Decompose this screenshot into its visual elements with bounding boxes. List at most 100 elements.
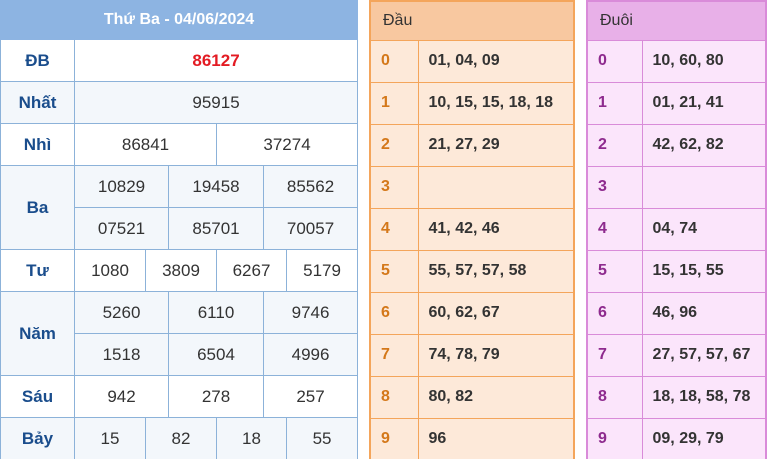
dau-key: 8 — [369, 375, 419, 419]
dau-row: 8 80, 82 — [369, 375, 575, 419]
prize-number: 18 — [216, 417, 287, 459]
duoi-row: 8 18, 18, 58, 78 — [586, 375, 767, 419]
dau-key: 7 — [369, 333, 419, 377]
dau-key: 4 — [369, 207, 419, 251]
dau-row: 2 21, 27, 29 — [369, 123, 575, 167]
prize-number: 6267 — [216, 249, 287, 292]
duoi-row: 4 04, 74 — [586, 207, 767, 251]
dau-row: 1 10, 15, 15, 18, 18 — [369, 81, 575, 125]
prize-label: Ba — [0, 165, 75, 250]
duoi-row: 0 10, 60, 80 — [586, 39, 767, 83]
prize-number: 4996 — [262, 333, 359, 376]
prize-row-nhat: Nhất 95915 — [0, 81, 359, 124]
dau-key: 5 — [369, 249, 419, 293]
duoi-key: 6 — [586, 291, 643, 335]
dau-header: Đầu — [369, 0, 575, 41]
prize-number: 55 — [285, 417, 359, 459]
prize-number: 257 — [262, 375, 359, 418]
dau-row: 7 74, 78, 79 — [369, 333, 575, 377]
prize-number: 6504 — [168, 333, 264, 376]
prize-label: Bảy — [0, 417, 75, 459]
duoi-table: Đuôi 0 10, 60, 80 1 01, 21, 41 2 42, 62, 82… — [586, 0, 767, 459]
duoi-key: 5 — [586, 249, 643, 293]
prize-number: 1518 — [74, 333, 169, 376]
prize-label: Sáu — [0, 375, 75, 418]
dau-values: 96 — [417, 417, 575, 459]
prize-number: 82 — [145, 417, 217, 459]
prize-number: 95915 — [73, 81, 359, 124]
prize-number: 85562 — [262, 165, 359, 208]
prize-number: 15 — [74, 417, 146, 459]
prize-number: 278 — [168, 375, 264, 418]
prize-label: Tư — [0, 249, 75, 292]
dau-key: 2 — [369, 123, 419, 167]
duoi-row: 9 09, 29, 79 — [586, 417, 767, 459]
duoi-key: 7 — [586, 333, 643, 377]
prize-number: 5179 — [285, 249, 359, 292]
duoi-values: 04, 74 — [641, 207, 767, 251]
dau-row: 6 60, 62, 67 — [369, 291, 575, 335]
prize-label: Nhì — [0, 123, 75, 166]
prize-number: 86841 — [74, 123, 217, 166]
prize-number: 07521 — [74, 207, 169, 250]
prize-label: Nhất — [0, 81, 75, 124]
prize-row-db: ĐB 86127 — [0, 39, 359, 82]
dau-values: 55, 57, 57, 58 — [417, 249, 575, 293]
prize-row-tu: Tư 1080 3809 6267 5179 — [0, 249, 359, 292]
duoi-row: 7 27, 57, 57, 67 — [586, 333, 767, 377]
duoi-key: 3 — [586, 165, 643, 209]
duoi-values: 27, 57, 57, 67 — [641, 333, 767, 377]
dau-values: 60, 62, 67 — [417, 291, 575, 335]
prize-number: 19458 — [168, 165, 264, 208]
duoi-values: 46, 96 — [641, 291, 767, 335]
duoi-values — [641, 165, 767, 209]
prize-number: 5260 — [74, 291, 169, 334]
dau-row: 4 41, 42, 46 — [369, 207, 575, 251]
dau-row: 0 01, 04, 09 — [369, 39, 575, 83]
results-table: Thứ Ba - 04/06/2024 ĐB 86127 Nhất 95915 … — [0, 0, 359, 459]
prize-number: 3809 — [145, 249, 217, 292]
draw-date-title: Thứ Ba - 04/06/2024 — [0, 0, 359, 40]
dau-table: Đầu 0 01, 04, 09 1 10, 15, 15, 18, 18 2 21,… — [369, 0, 575, 459]
duoi-key: 0 — [586, 39, 643, 83]
dau-values: 21, 27, 29 — [417, 123, 575, 167]
duoi-values: 01, 21, 41 — [641, 81, 767, 125]
duoi-values: 42, 62, 82 — [641, 123, 767, 167]
duoi-key: 1 — [586, 81, 643, 125]
special-prize-number: 86127 — [73, 39, 359, 82]
dau-values: 80, 82 — [417, 375, 575, 419]
duoi-key: 9 — [586, 417, 643, 459]
prize-row-ba: Ba 10829 19458 85562 — [0, 165, 359, 250]
dau-key: 3 — [369, 165, 419, 209]
prize-label: ĐB — [0, 39, 75, 82]
dau-key: 9 — [369, 417, 419, 459]
dau-key: 6 — [369, 291, 419, 335]
prize-row-bay: Bảy 15 82 18 55 — [0, 417, 359, 459]
duoi-values: 09, 29, 79 — [641, 417, 767, 459]
duoi-values: 10, 60, 80 — [641, 39, 767, 83]
prize-row-sau: Sáu 942 278 257 — [0, 375, 359, 418]
prize-row-nhi: Nhì 86841 37274 — [0, 123, 359, 166]
dau-values: 01, 04, 09 — [417, 39, 575, 83]
prize-number: 6110 — [168, 291, 264, 334]
dau-row: 3 — [369, 165, 575, 209]
prize-number: 9746 — [262, 291, 359, 334]
prize-label: Năm — [0, 291, 75, 376]
prize-number: 10829 — [74, 165, 169, 208]
duoi-key: 4 — [586, 207, 643, 251]
duoi-values: 18, 18, 58, 78 — [641, 375, 767, 419]
dau-row: 9 96 — [369, 417, 575, 459]
duoi-values: 15, 15, 55 — [641, 249, 767, 293]
duoi-row: 1 01, 21, 41 — [586, 81, 767, 125]
dau-key: 1 — [369, 81, 419, 125]
dau-values: 10, 15, 15, 18, 18 — [417, 81, 575, 125]
dau-row: 5 55, 57, 57, 58 — [369, 249, 575, 293]
prize-number: 37274 — [215, 123, 359, 166]
duoi-row: 5 15, 15, 55 — [586, 249, 767, 293]
dau-values: 74, 78, 79 — [417, 333, 575, 377]
prize-row-nam: Năm 5260 6110 9746 — [0, 291, 359, 376]
duoi-row: 6 46, 96 — [586, 291, 767, 335]
dau-values: 41, 42, 46 — [417, 207, 575, 251]
duoi-row: 3 — [586, 165, 767, 209]
duoi-key: 2 — [586, 123, 643, 167]
